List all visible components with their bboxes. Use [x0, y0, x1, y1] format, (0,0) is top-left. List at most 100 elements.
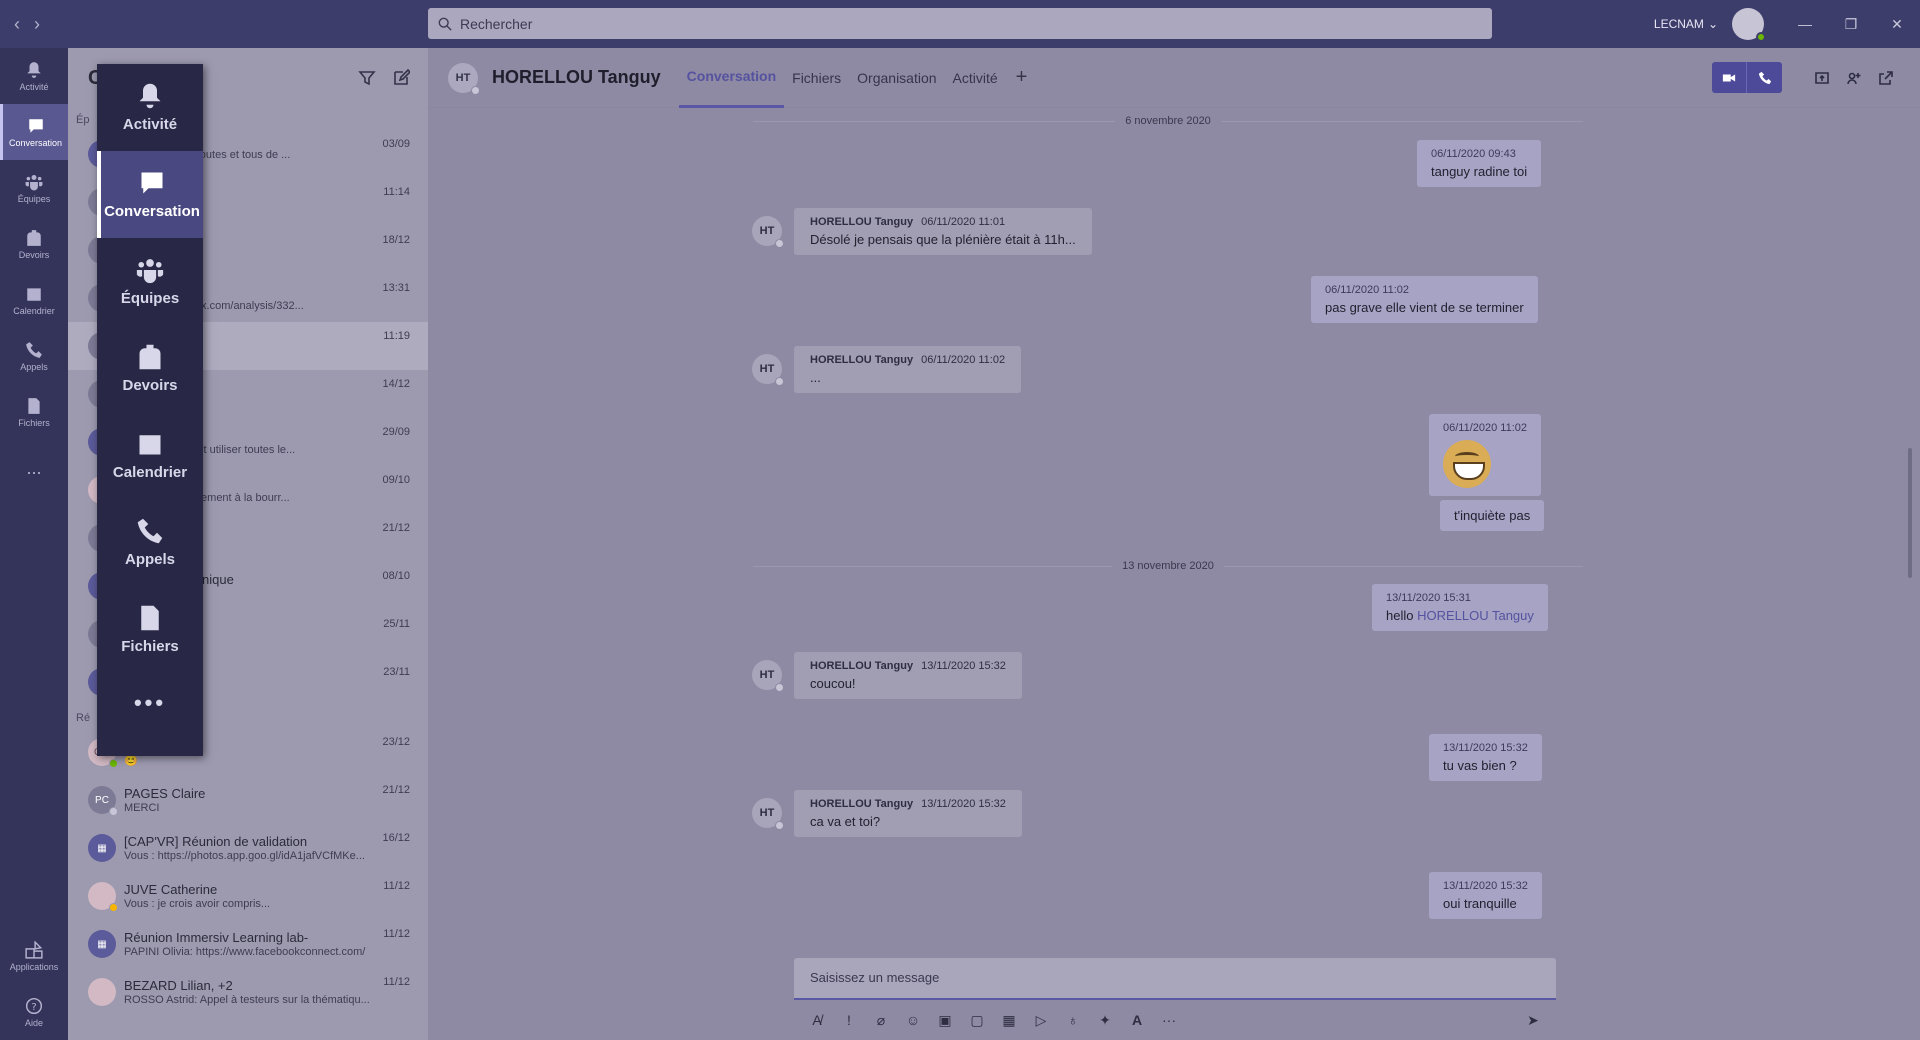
rail-bottom: Applications ? Aide [0, 928, 68, 1040]
pop-out-icon [1879, 70, 1893, 85]
mention[interactable]: HORELLOU Tanguy [1417, 608, 1534, 623]
message-sent[interactable]: 13/11/2020 15:31 hello HORELLOU Tanguy [1372, 584, 1548, 631]
rail-item-teams[interactable]: Équipes [0, 160, 68, 216]
avatar[interactable]: HT [448, 62, 480, 95]
chat-time: 21/12 [382, 784, 410, 796]
nav-item-files[interactable]: Fichiers [97, 586, 203, 673]
rail-item-conversation[interactable]: Conversation [0, 104, 68, 160]
scrollbar[interactable] [1908, 448, 1912, 578]
tab-activity[interactable]: Activité [945, 48, 1006, 108]
new-chat-icon[interactable] [392, 69, 410, 87]
nav-item-teams[interactable]: Équipes [97, 238, 203, 325]
rail-item-files[interactable]: Fichiers [0, 384, 68, 440]
message-sent[interactable]: t'inquiète pas [1440, 500, 1545, 531]
message-body: ... [810, 370, 821, 385]
chat-time: 11:19 [383, 330, 410, 342]
nav-item-calls[interactable]: Appels [97, 499, 203, 586]
pop-out-button[interactable] [1870, 62, 1902, 93]
list-item[interactable]: PC PAGES Claire MERCI 21/12 [68, 776, 428, 824]
close-button[interactable]: ✕ [1874, 0, 1920, 48]
message-timestamp: 13/11/2020 15:32 [1443, 880, 1528, 892]
rail-item-calendar[interactable]: Calendrier [0, 272, 68, 328]
tab-files[interactable]: Fichiers [784, 48, 849, 108]
message-received[interactable]: HORELLOU Tanguy 13/11/2020 15:32 coucou! [794, 652, 1022, 699]
add-tab-button[interactable]: + [1006, 48, 1038, 108]
message-received[interactable]: HORELLOU Tanguy 06/11/2020 11:02 ... [794, 346, 1022, 393]
stream-icon[interactable]: ▷ [1032, 1012, 1050, 1029]
tab-conversation[interactable]: Conversation [678, 48, 785, 108]
user-avatar[interactable] [1732, 8, 1766, 42]
chat-preview: Vous : je crois avoir compris... [124, 898, 271, 910]
chat-time: 18/12 [382, 234, 410, 246]
sticker-icon[interactable]: ▢ [968, 1012, 986, 1029]
share-screen-button[interactable] [1806, 62, 1838, 93]
message-timestamp: 13/11/2020 15:32 [1443, 742, 1528, 754]
nav-more-button[interactable]: ••• [97, 673, 203, 733]
phone-icon [1758, 71, 1771, 84]
message-body: Désolé je pensais que la plénière était … [810, 232, 1076, 247]
rail-item-help[interactable]: ? Aide [0, 984, 68, 1040]
compose-input[interactable]: Saisissez un message [794, 958, 1556, 1000]
avatar[interactable]: HT [752, 354, 784, 386]
restore-button[interactable]: ❐ [1828, 0, 1874, 48]
presence-dot [471, 85, 480, 95]
rail-more-button[interactable]: ... [0, 440, 68, 496]
laughing-emoji-icon [1443, 440, 1491, 488]
nav-label: Conversation [104, 203, 200, 220]
message-body: coucou! [810, 676, 856, 691]
chat-name: [CAP'VR] Réunion de validation [124, 834, 308, 849]
send-icon[interactable]: ➤ [1524, 1012, 1542, 1029]
meet-now-icon[interactable]: ▦ [1000, 1012, 1018, 1029]
chat-preview: MERCI [124, 802, 160, 814]
org-switcher[interactable]: LECNAM ⌄ [1654, 17, 1718, 31]
tab-organization[interactable]: Organisation [849, 48, 944, 108]
message-sent[interactable]: 06/11/2020 09:43 tanguy radine toi [1417, 140, 1542, 187]
list-item[interactable]: JUVE Catherine Vous : je crois avoir comp… [68, 872, 428, 920]
video-call-button[interactable] [1712, 62, 1747, 93]
rail-item-assignments[interactable]: Devoirs [0, 216, 68, 272]
conversation-pane: HT HORELLOU Tanguy Conversation Fichiers… [428, 48, 1920, 1040]
message-timestamp: 06/11/2020 11:01 [921, 216, 1006, 228]
important-icon[interactable]: ! [840, 1012, 858, 1028]
forward-arrow-icon[interactable]: › [34, 14, 40, 35]
rail-item-activity[interactable]: Activité [0, 48, 68, 104]
chat-time: 21/12 [382, 522, 410, 534]
back-arrow-icon[interactable]: ‹ [14, 14, 20, 35]
add-people-button[interactable] [1838, 62, 1870, 93]
app-icon[interactable]: ✦ [1096, 1012, 1114, 1029]
avatar[interactable]: HT [752, 216, 784, 248]
nav-item-calendar[interactable]: Calendrier [97, 412, 203, 499]
praise-icon[interactable]: ♁ [1064, 1012, 1082, 1028]
list-item[interactable]: ▦ Réunion Immersiv Learning lab- PAPINI Ol… [68, 920, 428, 968]
emoji-icon[interactable]: ☺ [904, 1012, 922, 1028]
nav-item-assignments[interactable]: Devoirs [97, 325, 203, 412]
search-input[interactable]: Rechercher [428, 8, 1492, 39]
conversation-header: HT HORELLOU Tanguy Conversation Fichiers… [428, 48, 1920, 108]
message-sent[interactable]: 13/11/2020 15:32 tu vas bien ? [1429, 734, 1542, 781]
text-format-icon[interactable]: A [1128, 1012, 1146, 1028]
nav-item-activity[interactable]: Activité [97, 64, 203, 151]
message-received[interactable]: HORELLOU Tanguy 13/11/2020 15:32 ca va et… [794, 790, 1022, 837]
message-received[interactable]: HORELLOU Tanguy 06/11/2020 11:01 Désolé j… [794, 208, 1092, 255]
message-timestamp: 06/11/2020 11:02 [921, 354, 1006, 366]
gif-icon[interactable]: ▣ [936, 1012, 954, 1029]
rail-item-apps[interactable]: Applications [0, 928, 68, 984]
nav-label: Appels [124, 551, 175, 568]
nav-item-conversation[interactable]: Conversation [97, 151, 203, 238]
message-sent[interactable]: 13/11/2020 15:32 oui tranquille [1429, 872, 1542, 919]
avatar[interactable]: HT [752, 660, 784, 692]
avatar[interactable]: HT [752, 798, 784, 830]
audio-call-button[interactable] [1747, 62, 1782, 93]
app-rail: Activité Conversation Équipes Devoirs Ca… [0, 48, 68, 1040]
share-screen-icon [1815, 71, 1829, 84]
rail-item-calls[interactable]: Appels [0, 328, 68, 384]
attach-icon[interactable]: ⌀ [872, 1012, 890, 1029]
minimize-button[interactable]: — [1782, 0, 1828, 48]
message-sent[interactable]: 06/11/2020 11:02 pas grave elle vient de… [1311, 276, 1538, 323]
list-item[interactable]: BEZARD Lilian, +2 ROSSO Astrid: Appel à t… [68, 968, 428, 1016]
more-options-icon[interactable]: ··· [1160, 1012, 1178, 1028]
message-sent-emoji[interactable]: 06/11/2020 11:02 [1429, 414, 1542, 496]
list-item[interactable]: ▦ [CAP'VR] Réunion de validation Vous : ht… [68, 824, 428, 872]
filter-icon[interactable] [358, 69, 376, 87]
format-icon[interactable]: A̸ [808, 1012, 826, 1028]
